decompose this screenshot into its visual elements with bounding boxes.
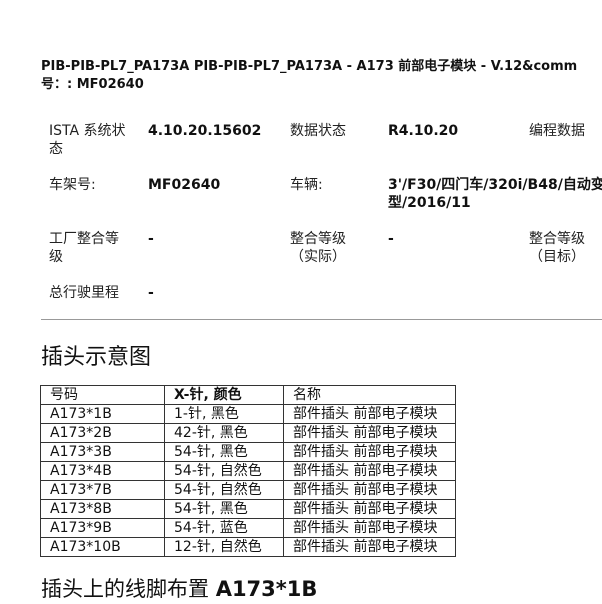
- factory-level-label-cont: 级: [49, 249, 63, 265]
- connector-number-cell: A173*2B: [40, 423, 165, 443]
- pins-color-cell: 12-针, 自然色: [164, 537, 284, 557]
- target-level-label: 整合等级: [529, 231, 585, 247]
- vehicle-label: 车辆:: [290, 177, 323, 193]
- vehicle-value-line1: 3'/F30/四门车/320i/B48/自动变速: [388, 177, 602, 193]
- pins-color-cell: 54-针, 黑色: [164, 499, 284, 519]
- target-level-label-cont: （目标）: [529, 249, 585, 265]
- actual-level-label-cont: （实际）: [290, 249, 346, 265]
- table-row: A173*3B 54-针, 黑色 部件插头 前部电子模块: [40, 442, 456, 462]
- column-header-number: 号码: [40, 385, 165, 405]
- document-header: PIB-PIB-PL7_PA173A PIB-PIB-PL7_PA173A - …: [41, 58, 602, 94]
- pin-assignment-connector: A173*1B: [215, 577, 318, 601]
- header-vin-line: 号：: MF02640: [41, 77, 144, 92]
- chassis-number-label: 车架号:: [49, 177, 96, 193]
- connector-table: 号码 X-针, 颜色 名称 A173*1B 1-针, 黑色 部件插头 前部电子模…: [40, 385, 456, 557]
- connector-number-cell: A173*10B: [40, 537, 165, 557]
- table-row: A173*8B 54-针, 黑色 部件插头 前部电子模块: [40, 499, 456, 519]
- connector-name-cell: 部件插头 前部电子模块: [283, 461, 456, 481]
- connector-name-cell: 部件插头 前部电子模块: [283, 537, 456, 557]
- pin-assignment-title: 插头上的线脚布置 A173*1B: [41, 574, 317, 604]
- programming-data-label: 编程数据: [529, 123, 585, 139]
- ista-status-value: 4.10.20.15602: [148, 123, 262, 139]
- table-row: A173*9B 54-针, 蓝色 部件插头 前部电子模块: [40, 518, 456, 538]
- header-title-line: PIB-PIB-PL7_PA173A PIB-PIB-PL7_PA173A - …: [41, 59, 578, 74]
- data-status-label: 数据状态: [290, 123, 346, 139]
- chassis-number-value: MF02640: [148, 177, 221, 193]
- connector-name-cell: 部件插头 前部电子模块: [283, 518, 456, 538]
- connector-number-cell: A173*1B: [40, 404, 165, 424]
- table-row: A173*4B 54-针, 自然色 部件插头 前部电子模块: [40, 461, 456, 481]
- factory-level-value: -: [148, 231, 154, 247]
- mileage-value: -: [148, 285, 154, 301]
- pin-assignment-title-text: 插头上的线脚布置: [41, 577, 209, 601]
- pins-color-cell: 42-针, 黑色: [164, 423, 284, 443]
- connector-name-cell: 部件插头 前部电子模块: [283, 442, 456, 462]
- factory-level-label: 工厂整合等: [49, 231, 119, 247]
- actual-level-value: -: [388, 231, 394, 247]
- connector-name-cell: 部件插头 前部电子模块: [283, 404, 456, 424]
- connector-number-cell: A173*4B: [40, 461, 165, 481]
- column-header-pins-color: X-针, 颜色: [164, 385, 284, 405]
- connector-number-cell: A173*3B: [40, 442, 165, 462]
- pins-color-cell: 54-针, 自然色: [164, 480, 284, 500]
- pins-color-cell: 54-针, 黑色: [164, 442, 284, 462]
- table-header-row: 号码 X-针, 颜色 名称: [40, 385, 456, 405]
- data-status-value: R4.10.20: [388, 123, 459, 139]
- table-row: A173*1B 1-针, 黑色 部件插头 前部电子模块: [40, 404, 456, 424]
- connector-section-title: 插头示意图: [41, 345, 152, 370]
- pins-color-cell: 1-针, 黑色: [164, 404, 284, 424]
- pins-color-cell: 54-针, 蓝色: [164, 518, 284, 538]
- connector-name-cell: 部件插头 前部电子模块: [283, 423, 456, 443]
- pins-color-cell: 54-针, 自然色: [164, 461, 284, 481]
- section-divider: [41, 319, 602, 320]
- connector-number-cell: A173*7B: [40, 480, 165, 500]
- table-row: A173*7B 54-针, 自然色 部件插头 前部电子模块: [40, 480, 456, 500]
- connector-number-cell: A173*8B: [40, 499, 165, 519]
- connector-name-cell: 部件插头 前部电子模块: [283, 480, 456, 500]
- actual-level-label: 整合等级: [290, 231, 346, 247]
- connector-name-cell: 部件插头 前部电子模块: [283, 499, 456, 519]
- table-row: A173*10B 12-针, 自然色 部件插头 前部电子模块: [40, 537, 456, 557]
- table-row: A173*2B 42-针, 黑色 部件插头 前部电子模块: [40, 423, 456, 443]
- column-header-name: 名称: [283, 385, 456, 405]
- vehicle-value-line2: 型/2016/11: [388, 195, 471, 211]
- ista-status-label: ISTA 系统状态: [49, 123, 126, 157]
- mileage-label: 总行驶里程: [49, 285, 119, 301]
- connector-number-cell: A173*9B: [40, 518, 165, 538]
